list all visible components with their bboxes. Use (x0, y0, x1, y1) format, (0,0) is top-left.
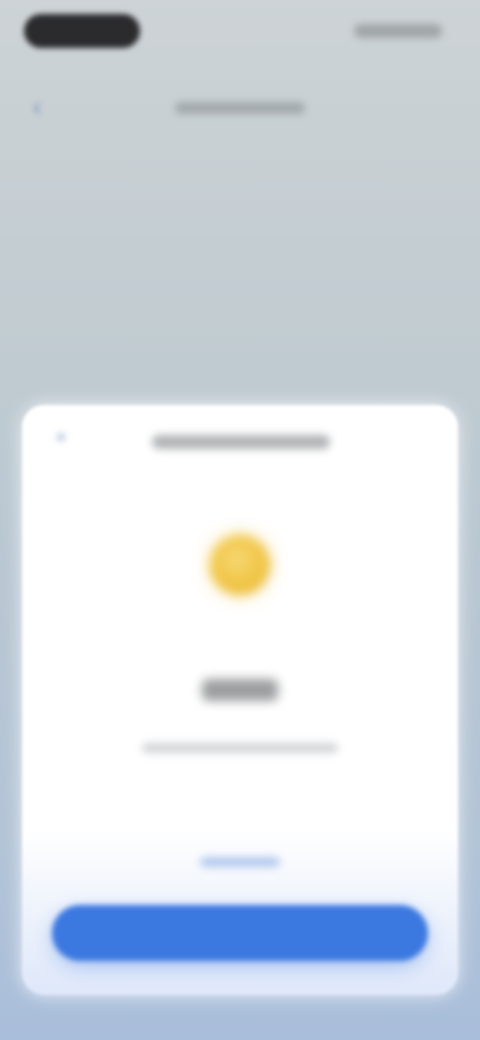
nav-bar: ‹ (0, 80, 480, 136)
close-button[interactable]: × (50, 427, 72, 449)
description-placeholder (142, 743, 338, 753)
page-title (175, 96, 305, 116)
chevron-left-icon: ‹ (32, 91, 42, 122)
primary-button[interactable] (52, 905, 428, 961)
dialog-title-placeholder (152, 435, 330, 449)
secondary-link-placeholder (200, 857, 280, 867)
back-button[interactable]: ‹ (22, 91, 52, 122)
status-time-pill (24, 14, 140, 48)
reward-dialog: × (22, 405, 458, 995)
status-indicators (354, 24, 442, 38)
close-icon: × (55, 426, 67, 449)
coin-icon (210, 535, 270, 595)
status-text-placeholder (202, 679, 278, 701)
status-bar (0, 0, 480, 64)
